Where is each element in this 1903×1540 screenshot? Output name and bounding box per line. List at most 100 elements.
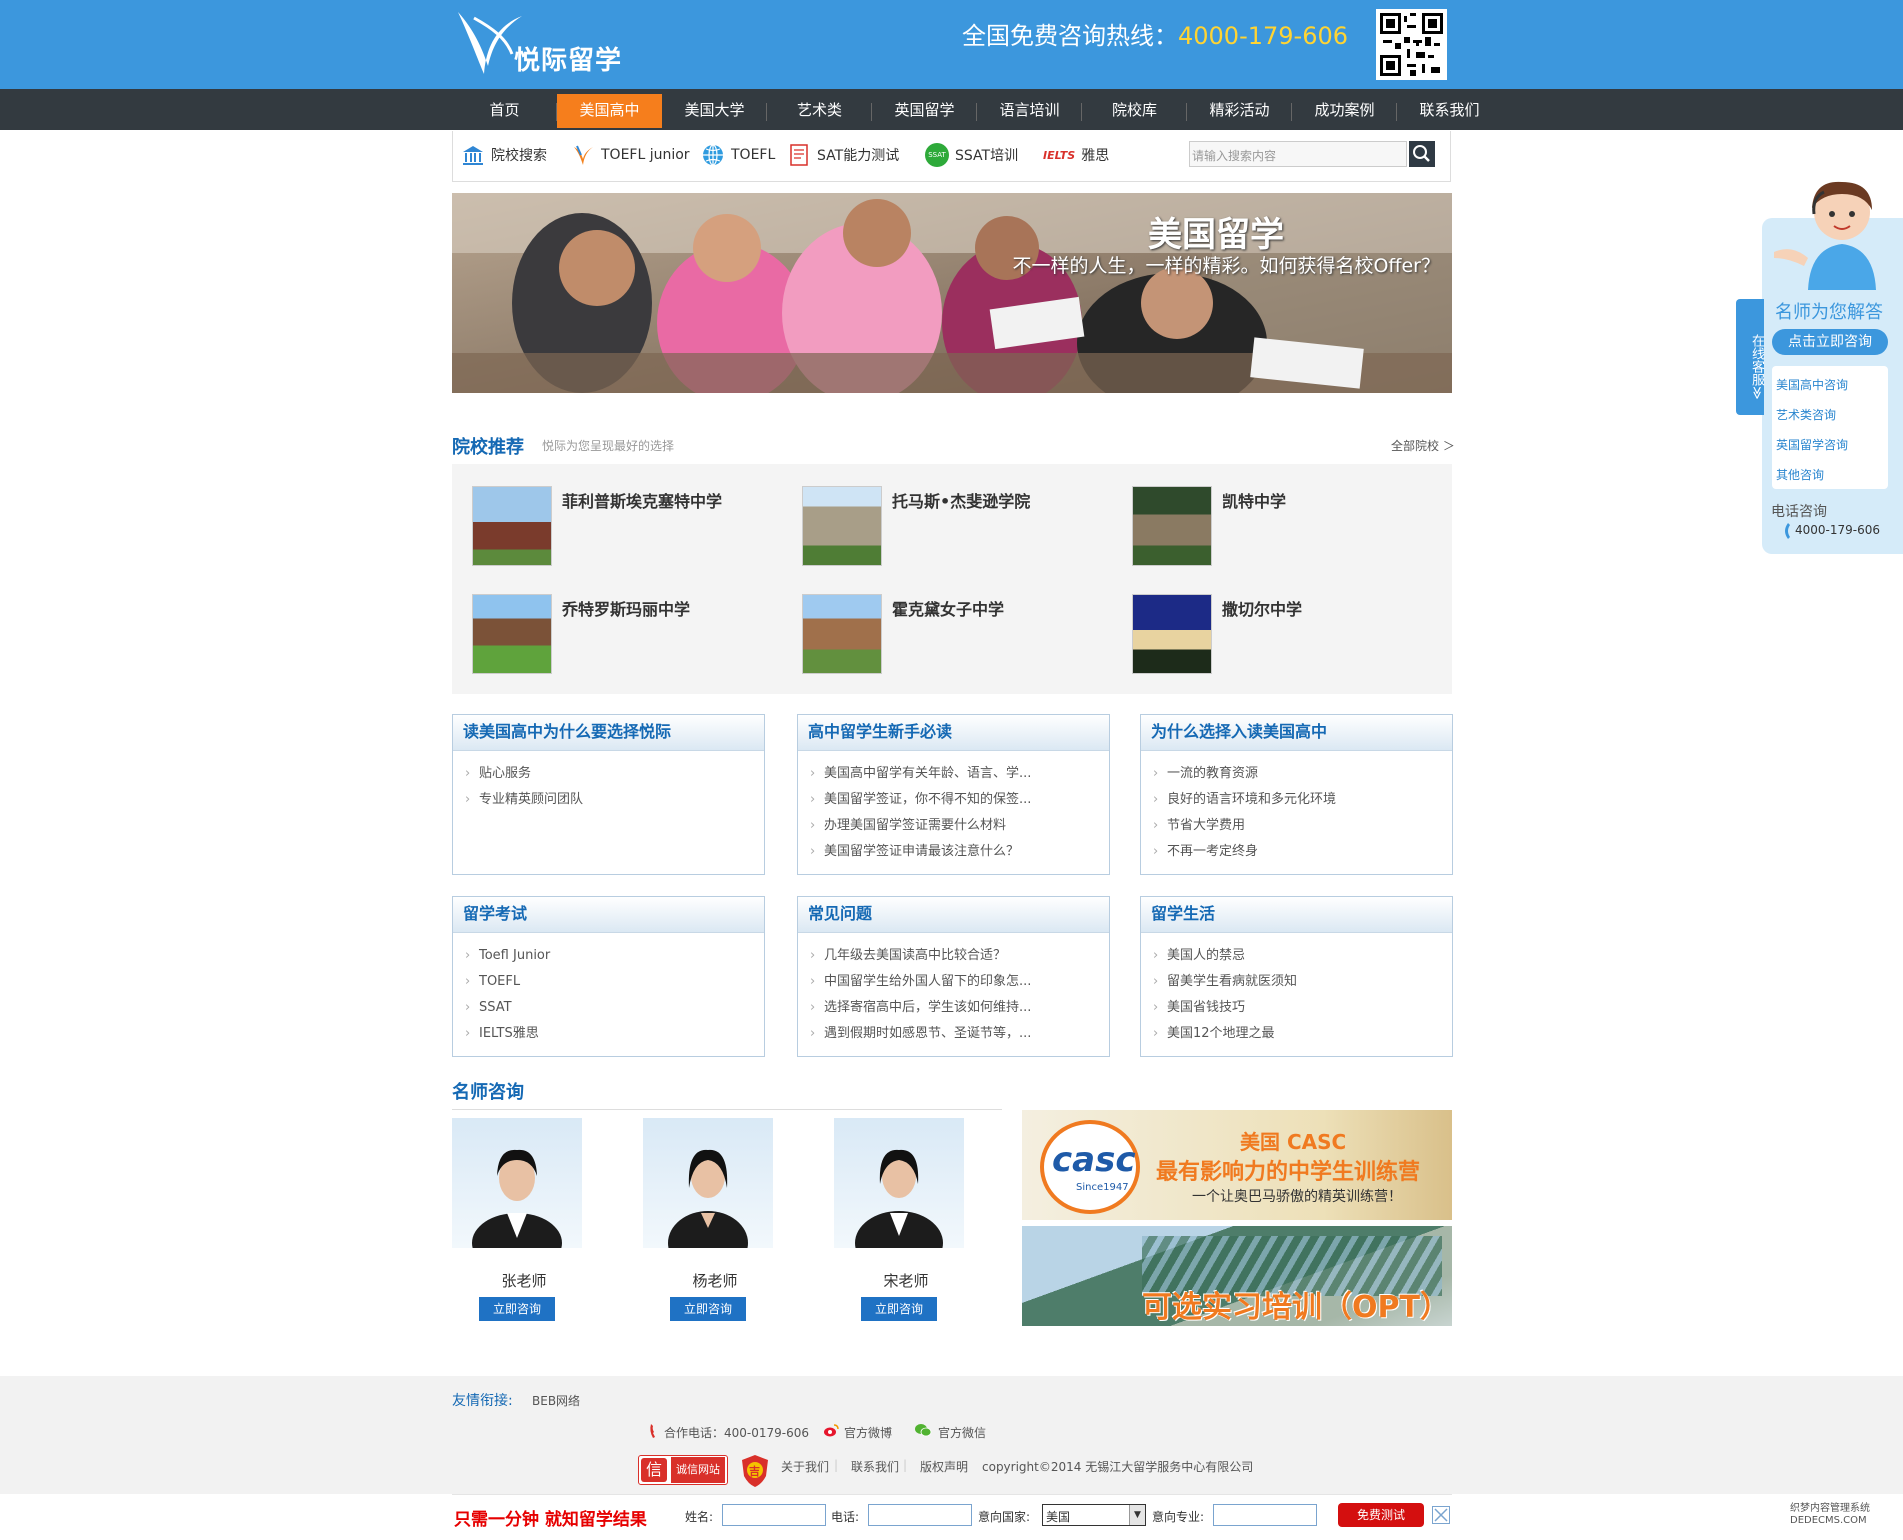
box-title[interactable]: 留学考试 (453, 897, 764, 933)
consult-now-button[interactable]: 点击立即咨询 (1772, 329, 1888, 355)
subnav-label: SAT能力测试 (817, 148, 900, 164)
box-link[interactable]: Toefl Junior (465, 943, 764, 969)
police-badge-icon[interactable]: 吉 (740, 1454, 770, 1488)
box-link[interactable]: 贴心服务 (465, 761, 764, 787)
copyright-link[interactable]: 版权声明 (920, 1458, 968, 1475)
name-input[interactable] (722, 1504, 826, 1526)
casc-logo: casc Since1947 (1040, 1120, 1140, 1214)
sat-paper-icon (790, 144, 808, 166)
subnav-label: SSAT培训 (955, 148, 1019, 164)
nav-item-language[interactable]: 语言培训 (977, 94, 1082, 128)
box-link[interactable]: 办理美国留学签证需要什么材料 (810, 813, 1109, 839)
nav-item-art[interactable]: 艺术类 (767, 94, 872, 128)
nav-item-schools[interactable]: 院校库 (1082, 94, 1187, 128)
nav-item-events[interactable]: 精彩活动 (1187, 94, 1292, 128)
divider: | (903, 1458, 908, 1472)
school-name[interactable]: 凯特中学 (1222, 488, 1286, 512)
weibo-icon[interactable] (823, 1423, 839, 1437)
school-name[interactable]: 撒切尔中学 (1222, 596, 1302, 620)
search-button[interactable] (1409, 141, 1435, 167)
subnav-sat[interactable]: SAT能力测试 (787, 143, 899, 167)
service-link[interactable]: 美国高中咨询 (1776, 376, 1848, 393)
box-link[interactable]: IELTS雅思 (465, 1021, 764, 1047)
contact-link[interactable]: 联系我们 (851, 1458, 899, 1475)
service-link[interactable]: 其他咨询 (1776, 466, 1824, 483)
friend-link[interactable]: BEB网络 (532, 1392, 580, 1409)
school-name[interactable]: 乔特罗斯玛丽中学 (562, 596, 690, 620)
school-thumb (1132, 486, 1212, 566)
box-link[interactable]: 美国省钱技巧 (1153, 995, 1452, 1021)
consult-button[interactable]: 立即咨询 (479, 1297, 555, 1321)
nav-item-uk[interactable]: 英国留学 (872, 94, 977, 128)
copyright-text: copyright©2014 无锡江大留学服务中心有限公司 (982, 1460, 1254, 1474)
teacher-card: 宋老师 立即咨询 (834, 1118, 964, 1321)
box-link[interactable]: 选择寄宿高中后，学生该如何维持... (810, 995, 1109, 1021)
service-link[interactable]: 艺术类咨询 (1776, 406, 1836, 423)
online-service-tab[interactable]: 在线客服≫ (1736, 299, 1764, 415)
box-link[interactable]: 良好的语言环境和多元化环境 (1153, 787, 1452, 813)
box-link[interactable]: 不再一考定终身 (1153, 839, 1452, 865)
logo-text[interactable]: 悦际留学 (514, 40, 622, 77)
major-input[interactable] (1213, 1504, 1317, 1526)
box-link[interactable]: 中国留学生给外国人留下的印象怎... (810, 969, 1109, 995)
school-name[interactable]: 菲利普斯埃克塞特中学 (562, 488, 722, 512)
search-input[interactable]: 请输入搜索内容 (1189, 141, 1407, 167)
nav-item-contact[interactable]: 联系我们 (1397, 94, 1502, 128)
teacher-photo (834, 1118, 964, 1248)
subnav-school-search[interactable]: 院校搜索 (461, 143, 547, 167)
all-schools-link[interactable]: 全部院校 ＞ (1391, 437, 1455, 454)
toefl-junior-icon (574, 145, 593, 165)
nav-item-us-university[interactable]: 美国大学 (662, 94, 767, 128)
box-link[interactable]: TOEFL (465, 969, 764, 995)
banner-subtitle: 不一样的人生，一样的精彩。如何获得名校Offer？ (1012, 255, 1440, 277)
ielts-badge-icon: IELTS (1043, 148, 1076, 162)
box-title[interactable]: 留学生活 (1141, 897, 1452, 933)
box-link[interactable]: SSAT (465, 995, 764, 1021)
box-link[interactable]: 美国高中留学有关年龄、语言、学... (810, 761, 1109, 787)
box-title[interactable]: 为什么选择入读美国高中 (1141, 715, 1452, 751)
free-test-button[interactable]: 免费测试 (1338, 1503, 1424, 1527)
box-link[interactable]: 美国人的禁忌 (1153, 943, 1452, 969)
box-link[interactable]: 一流的教育资源 (1153, 761, 1452, 787)
phone-icon (650, 1424, 655, 1438)
consult-button[interactable]: 立即咨询 (670, 1297, 746, 1321)
consult-button[interactable]: 立即咨询 (861, 1297, 937, 1321)
box-link[interactable]: 美国12个地理之最 (1153, 1021, 1452, 1047)
teacher-name: 宋老师 (883, 1272, 929, 1290)
nav-item-home[interactable]: 首页 (452, 94, 557, 128)
phone-input[interactable] (868, 1504, 972, 1526)
box-link[interactable]: 留美学生看病就医须知 (1153, 969, 1452, 995)
box-link[interactable]: 遇到假期时如感恩节、圣诞节等，... (810, 1021, 1109, 1047)
box-link[interactable]: 美国留学签证，你不得不知的保签... (810, 787, 1109, 813)
box-link[interactable]: 美国留学签证申请最该注意什么？ (810, 839, 1109, 865)
trust-site-badge[interactable]: 信 诚信网站 (638, 1455, 728, 1485)
nav-item-cases[interactable]: 成功案例 (1292, 94, 1397, 128)
casc-tag: 一个让奥巴马骄傲的精英训练营！ (1192, 1189, 1402, 1205)
box-link[interactable]: 节省大学费用 (1153, 813, 1452, 839)
box-title[interactable]: 常见问题 (798, 897, 1109, 933)
weixin-link[interactable]: 官方微信 (938, 1424, 986, 1441)
weixin-icon[interactable] (914, 1422, 932, 1438)
box-link[interactable]: 专业精英顾问团队 (465, 787, 764, 813)
phone-consult-title: 电话咨询 (1771, 504, 1827, 520)
weibo-link[interactable]: 官方微博 (844, 1424, 892, 1441)
school-name[interactable]: 霍克黛女子中学 (892, 596, 1004, 620)
hero-banner[interactable]: 美国留学 不一样的人生，一样的精彩。如何获得名校Offer？ (452, 193, 1452, 393)
box-title[interactable]: 高中留学生新手必读 (798, 715, 1109, 751)
hotline-number: 4000-179-606 (1178, 22, 1349, 50)
opt-ad-banner[interactable]: 可选实习培训（OPT） (1022, 1226, 1452, 1326)
close-icon[interactable] (1432, 1506, 1450, 1524)
service-link[interactable]: 英国留学咨询 (1776, 436, 1848, 453)
school-name[interactable]: 托马斯•杰斐逊学院 (892, 488, 1030, 512)
casc-ad-banner[interactable]: casc Since1947 美国 CASC 最有影响力的中学生训练营 一个让奥… (1022, 1110, 1452, 1220)
info-box-faq: 常见问题 几年级去美国读高中比较合适？中国留学生给外国人留下的印象怎...选择寄… (797, 896, 1110, 1057)
box-title[interactable]: 读美国高中为什么要选择悦际 (453, 715, 764, 751)
subnav-ssat[interactable]: SSAT SSAT培训 (925, 143, 1018, 167)
subnav-toefl[interactable]: TOEFL (701, 143, 775, 167)
country-select[interactable]: 美国 ▼ (1042, 1504, 1146, 1526)
about-link[interactable]: 关于我们 (781, 1458, 829, 1475)
subnav-ielts[interactable]: IELTS 雅思 (1043, 143, 1109, 167)
box-link[interactable]: 几年级去美国读高中比较合适？ (810, 943, 1109, 969)
nav-item-us-highschool[interactable]: 美国高中 (557, 94, 662, 128)
subnav-toefl-junior[interactable]: TOEFL junior (571, 143, 690, 167)
